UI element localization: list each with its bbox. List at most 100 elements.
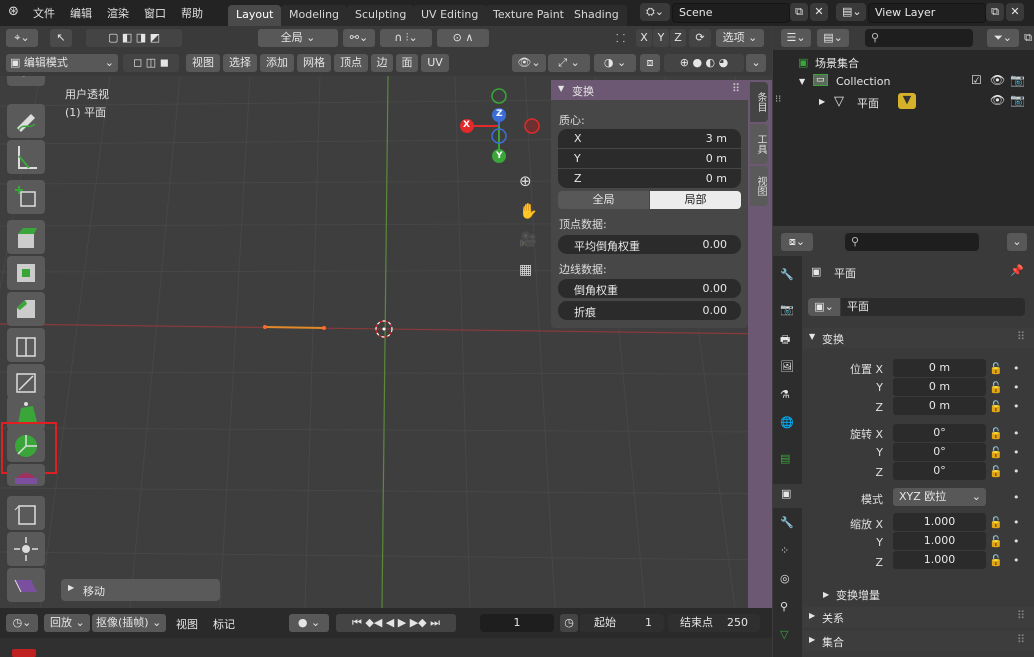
- lock-scale-x-icon[interactable]: 🔓: [989, 516, 1003, 529]
- scale-x-field[interactable]: 1.000: [893, 513, 986, 531]
- keyframe-scale-y-icon[interactable]: •: [1013, 535, 1020, 548]
- proportional-edit-icon[interactable]: ⊙ ∧: [437, 29, 489, 47]
- tool-knife[interactable]: [7, 364, 45, 398]
- perspective-grid-icon[interactable]: ▦: [519, 262, 532, 278]
- pan-hand-icon[interactable]: ✋: [519, 202, 538, 220]
- location-y-field[interactable]: 0 m: [893, 378, 986, 396]
- tab-sculpting[interactable]: Sculpting: [347, 5, 415, 26]
- menu-add[interactable]: 添加: [260, 54, 294, 72]
- playhead-marker[interactable]: [12, 649, 36, 657]
- display-mode-icon[interactable]: ▤⌄: [817, 29, 849, 47]
- editor-type-icon[interactable]: ⌖⌄: [6, 29, 38, 47]
- properties-editor-type-icon[interactable]: ⧇⌄: [781, 233, 813, 251]
- tab-texture-paint[interactable]: Texture Paint: [485, 5, 572, 26]
- filter-icon[interactable]: ⏷⌄: [987, 29, 1019, 47]
- lock-scale-y-icon[interactable]: 🔓: [989, 535, 1003, 548]
- crease-field[interactable]: 折痕 0.00: [558, 301, 741, 320]
- menu-render[interactable]: 渲染: [107, 5, 129, 21]
- options-dropdown[interactable]: 选项 ⌄: [716, 29, 764, 47]
- end-frame-field[interactable]: 结束点 250: [668, 614, 760, 632]
- keyframe-rotation-y-icon[interactable]: •: [1013, 446, 1020, 459]
- location-z-field[interactable]: 0 m: [893, 397, 986, 415]
- properties-options-icon[interactable]: ⌄: [1007, 233, 1027, 251]
- scale-z-field[interactable]: 1.000: [893, 551, 986, 569]
- menu-select[interactable]: 选择: [223, 54, 257, 72]
- tool-annotate[interactable]: [7, 104, 45, 138]
- space-local-button[interactable]: 局部: [650, 191, 741, 209]
- scene-copy-icon[interactable]: ⧉: [790, 3, 808, 21]
- mirror-icon[interactable]: ⸬: [616, 31, 625, 46]
- drag-handle-icon[interactable]: ⠿: [1017, 633, 1025, 646]
- shading-options-icon[interactable]: ⌄: [746, 54, 766, 72]
- object-visibility-icon[interactable]: 👁: [990, 93, 1005, 107]
- lock-location-z-icon[interactable]: 🔓: [989, 400, 1003, 413]
- tool-shear[interactable]: [7, 568, 45, 602]
- menu-uv[interactable]: UV: [421, 54, 449, 72]
- object-data-browse-icon[interactable]: ▣⌄: [808, 298, 840, 316]
- drag-handle-icon[interactable]: ⠿: [732, 82, 740, 95]
- lock-rotation-z-icon[interactable]: 🔓: [989, 465, 1003, 478]
- menu-window[interactable]: 窗口: [144, 5, 166, 21]
- keyframe-mode-icon[interactable]: •: [1013, 491, 1020, 504]
- blender-logo-icon[interactable]: ⊛: [8, 4, 19, 19]
- menu-mesh[interactable]: 网格: [297, 54, 331, 72]
- tool-bevel[interactable]: [7, 292, 45, 326]
- keying-dropdown[interactable]: 抠像(插帧) ⌄: [92, 614, 166, 632]
- lock-location-x-icon[interactable]: 🔓: [989, 362, 1003, 375]
- lock-rotation-y-icon[interactable]: 🔓: [989, 446, 1003, 459]
- tool-add-cube[interactable]: [7, 180, 45, 214]
- lock-location-y-icon[interactable]: 🔓: [989, 381, 1003, 394]
- object-properties-tab[interactable]: ▣: [773, 484, 802, 508]
- select-mode-buttons[interactable]: ▢ ◧ ◨ ◩: [86, 29, 182, 47]
- menu-file[interactable]: 文件: [33, 5, 55, 21]
- rotation-y-field[interactable]: 0°: [893, 443, 986, 461]
- new-collection-icon[interactable]: ⧉: [1022, 29, 1034, 47]
- drag-handle-icon[interactable]: ⠿: [1017, 330, 1025, 343]
- render-properties-icon[interactable]: 📷: [780, 303, 794, 316]
- tab-modeling[interactable]: Modeling: [281, 5, 348, 26]
- mode-dropdown[interactable]: ▣ 编辑模式 ⌄: [6, 54, 118, 72]
- drag-handle-icon[interactable]: ⠿: [1017, 609, 1025, 622]
- view-layer-selector-icon[interactable]: ▤⌄: [836, 3, 866, 21]
- timeline-menu-view[interactable]: 视图: [176, 616, 198, 632]
- scene-field[interactable]: Scene: [672, 3, 790, 23]
- orientation-dropdown[interactable]: 全局 ⌄: [258, 29, 338, 47]
- collection-visibility-icon[interactable]: 👁: [990, 73, 1005, 87]
- axis-y-toggle[interactable]: Y: [653, 29, 669, 47]
- keyframe-rotation-x-icon[interactable]: •: [1013, 427, 1020, 440]
- tab-layout[interactable]: Layout: [228, 5, 282, 26]
- tool-shrink-fatten[interactable]: [7, 532, 45, 566]
- location-x-field[interactable]: 0 m: [893, 359, 986, 377]
- relations-section-header[interactable]: ▶ 关系 ⠿: [803, 607, 1034, 627]
- tab-view[interactable]: 视图: [750, 166, 768, 206]
- data-properties-icon[interactable]: ▽: [780, 628, 788, 641]
- lock-scale-z-icon[interactable]: 🔓: [989, 554, 1003, 567]
- playback-controls[interactable]: ⏮ ◆◀ ◀ ▶ ▶◆ ⏭: [336, 614, 456, 632]
- delta-transform-label[interactable]: 变换增量: [836, 587, 880, 603]
- outliner-search-input[interactable]: ⚲: [865, 29, 973, 47]
- collection-checkbox[interactable]: ☑: [971, 73, 982, 87]
- outliner-editor-type-icon[interactable]: ☰⌄: [781, 29, 811, 47]
- object-name-field[interactable]: 平面: [841, 298, 1025, 316]
- tool-smooth[interactable]: [7, 464, 45, 486]
- physics-properties-icon[interactable]: ◎: [780, 572, 790, 585]
- tab-item[interactable]: 条目: [750, 82, 768, 122]
- tool-edge-slide[interactable]: [7, 496, 45, 530]
- view-layer-copy-icon[interactable]: ⧉: [986, 3, 1004, 21]
- view-layer-close-icon[interactable]: ✕: [1006, 3, 1024, 21]
- start-frame-field[interactable]: 起始 1: [580, 614, 664, 632]
- delta-expand-icon[interactable]: ▶: [823, 590, 829, 599]
- preview-range-icon[interactable]: ◷: [560, 614, 578, 632]
- properties-search-input[interactable]: ⚲: [845, 233, 979, 251]
- pivot-icon[interactable]: ⚯⌄: [343, 29, 375, 47]
- keyframe-location-y-icon[interactable]: •: [1013, 381, 1020, 394]
- edge-bevel-weight-field[interactable]: 倒角权重 0.00: [558, 279, 741, 298]
- output-properties-icon[interactable]: 🖶: [780, 331, 790, 350]
- menu-vertex[interactable]: 顶点: [334, 54, 368, 72]
- axis-z-toggle[interactable]: Z: [670, 29, 686, 47]
- select-cursor-icon[interactable]: ↖: [50, 29, 72, 47]
- collection-expand-icon[interactable]: ▼: [799, 77, 805, 86]
- mesh-data-icon[interactable]: ▼: [898, 93, 916, 109]
- collection-render-icon[interactable]: 📷: [1010, 73, 1025, 87]
- collections-section-header[interactable]: ▶ 集合 ⠿: [803, 631, 1034, 651]
